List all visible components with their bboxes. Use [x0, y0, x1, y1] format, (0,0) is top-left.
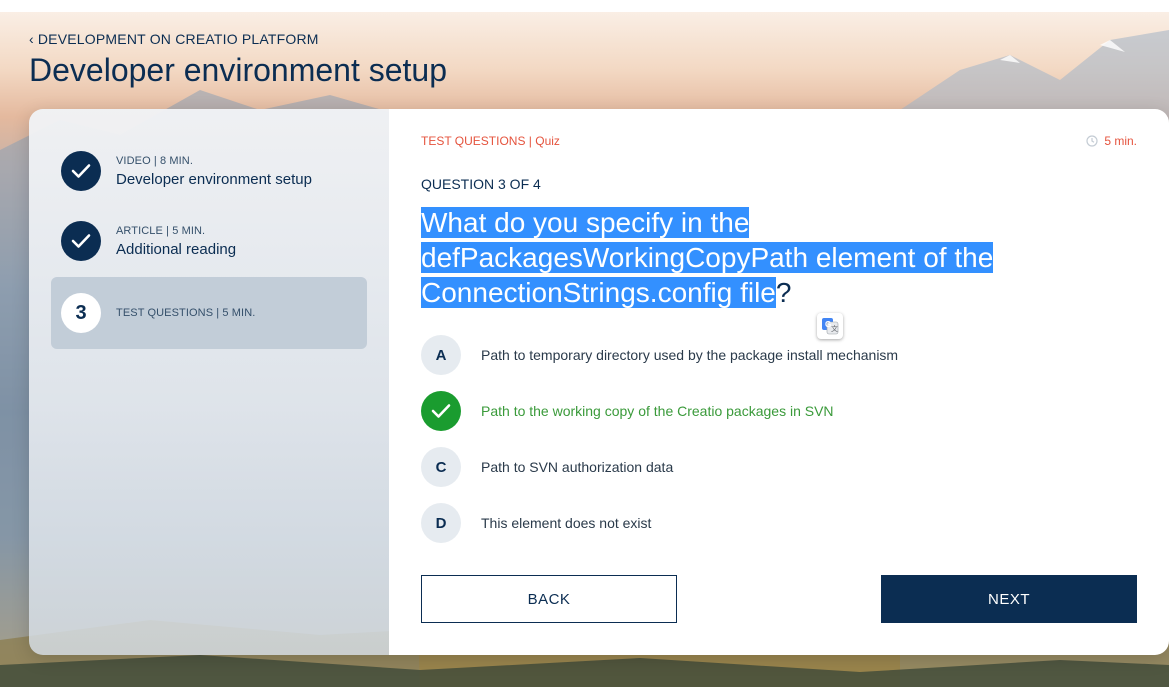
question-text: What do you specify in the defPackagesWo… — [421, 205, 1111, 310]
step-number-badge: 3 — [61, 293, 101, 333]
option-text: Path to temporary directory used by the … — [481, 347, 899, 363]
sidebar-step-test-questions[interactable]: 3 TEST QUESTIONS | 5 MIN. — [51, 277, 367, 349]
option-text: This element does not exist — [481, 515, 652, 531]
selected-question-text: What do you specify in the defPackagesWo… — [421, 207, 994, 308]
step-kind: TEST QUESTIONS | 5 MIN. — [116, 307, 256, 319]
step-complete-badge — [61, 221, 101, 261]
sidebar-step-video[interactable]: VIDEO | 8 MIN. Developer environment set… — [51, 135, 367, 207]
option-text: Path to the working copy of the Creatio … — [481, 403, 834, 419]
check-icon — [71, 234, 91, 248]
answer-option-a[interactable]: A Path to temporary directory used by th… — [421, 335, 1121, 375]
answer-option-b[interactable]: Path to the working copy of the Creatio … — [421, 391, 1121, 431]
check-icon — [431, 404, 451, 418]
correct-answer-badge — [421, 391, 461, 431]
step-kind: ARTICLE | 5 MIN. — [116, 224, 206, 237]
next-button[interactable]: NEXT — [881, 575, 1137, 623]
answer-option-d[interactable]: D This element does not exist — [421, 503, 1121, 543]
clock-icon — [1086, 135, 1098, 147]
breadcrumb[interactable]: ‹ DEVELOPMENT ON CREATIO PLATFORM — [29, 31, 319, 47]
sidebar-step-article[interactable]: ARTICLE | 5 MIN. Additional reading — [51, 205, 367, 277]
quiz-tag: TEST QUESTIONS | Quiz — [421, 134, 560, 148]
chevron-left-icon: ‹ — [29, 31, 34, 47]
lesson-card: VIDEO | 8 MIN. Developer environment set… — [29, 109, 1169, 655]
timer-label: 5 min. — [1104, 134, 1137, 148]
page-title: Developer environment setup — [29, 52, 448, 88]
lesson-sidebar: VIDEO | 8 MIN. Developer environment set… — [29, 109, 389, 655]
option-letter: C — [421, 447, 461, 487]
question-mark: ? — [775, 277, 792, 308]
step-name: Developer environment setup — [116, 170, 312, 188]
translate-glyph: G 文 — [822, 318, 839, 335]
step-kind: VIDEO | 8 MIN. — [116, 154, 193, 167]
option-letter: D — [421, 503, 461, 543]
check-icon — [71, 164, 91, 178]
quiz-panel: TEST QUESTIONS | Quiz 5 min. QUESTION 3 … — [389, 109, 1169, 655]
back-button[interactable]: BACK — [421, 575, 677, 623]
step-complete-badge — [61, 151, 101, 191]
option-text: Path to SVN authorization data — [481, 459, 674, 475]
breadcrumb-label: DEVELOPMENT ON CREATIO PLATFORM — [37, 31, 319, 47]
question-counter: QUESTION 3 OF 4 — [421, 176, 541, 192]
svg-text:文: 文 — [831, 324, 838, 333]
answer-option-c[interactable]: C Path to SVN authorization data — [421, 447, 1121, 487]
option-letter: A — [421, 335, 461, 375]
quiz-timer: 5 min. — [1086, 134, 1137, 148]
step-name: Additional reading — [116, 240, 237, 258]
